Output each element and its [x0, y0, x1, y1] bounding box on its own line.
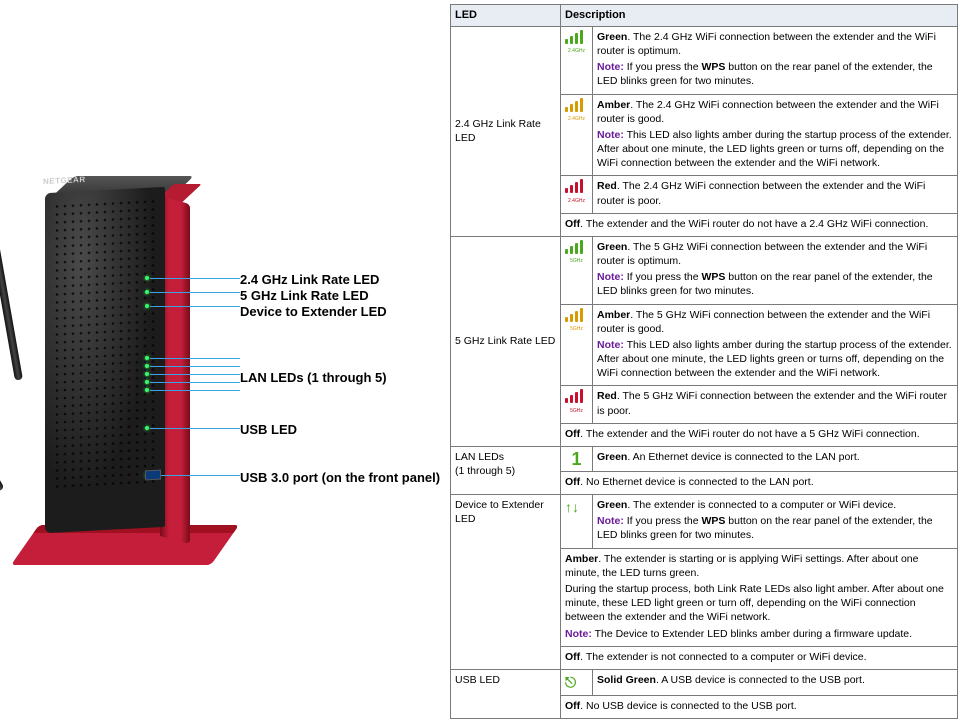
- row-lan-off-desc: Off. No Ethernet device is connected to …: [561, 471, 958, 494]
- callout-line: [150, 358, 240, 359]
- signal-bars-amber-icon: 2.4GHz: [561, 94, 593, 176]
- callout-line: [150, 475, 240, 476]
- row-24ghz-amber-desc: Amber. The 2.4 GHz WiFi connection betwe…: [593, 94, 958, 176]
- callout-line: [150, 278, 240, 279]
- signal-bars-green-icon: 5GHz: [561, 236, 593, 304]
- device-illustration: NETGEAR: [35, 170, 225, 565]
- callout-line: [150, 382, 240, 383]
- row-24ghz-off-desc: Off. The extender and the WiFi router do…: [561, 213, 958, 236]
- callout-line: [150, 366, 240, 367]
- row-24ghz-red-desc: Red. The 2.4 GHz WiFi connection between…: [593, 176, 958, 213]
- row-d2e-off-desc: Off. The extender is not connected to a …: [561, 646, 958, 669]
- row-usb-green-desc: Solid Green. A USB device is connected t…: [593, 669, 958, 695]
- number-1-icon: 1: [561, 446, 593, 471]
- callout-lan: LAN LEDs (1 through 5): [240, 370, 387, 385]
- callout-5ghz: 5 GHz Link Rate LED: [240, 288, 369, 303]
- row-5ghz-amber-desc: Amber. The 5 GHz WiFi connection between…: [593, 304, 958, 386]
- row-24ghz-green-desc: Green. The 2.4 GHz WiFi connection betwe…: [593, 26, 958, 94]
- signal-bars-red-icon: 2.4GHz: [561, 176, 593, 213]
- callout-line: [150, 306, 240, 307]
- led-description-table: LED Description 2.4 GHz Link Rate LED 2.…: [450, 4, 958, 719]
- antenna-icon: [0, 358, 4, 492]
- header-desc: Description: [561, 5, 958, 27]
- callout-d2e: Device to Extender LED: [240, 304, 387, 319]
- usb-icon: ⎋: [561, 669, 593, 695]
- row-5ghz-red-desc: Red. The 5 GHz WiFi connection between t…: [593, 386, 958, 423]
- callout-usb-led: USB LED: [240, 422, 297, 437]
- row-d2e-green-desc: Green. The extender is connected to a co…: [593, 495, 958, 549]
- callout-line: [150, 390, 240, 391]
- row-5ghz-name: 5 GHz Link Rate LED: [451, 236, 561, 446]
- signal-bars-red-icon: 5GHz: [561, 386, 593, 423]
- led-description-table-container: LED Description 2.4 GHz Link Rate LED 2.…: [450, 0, 964, 723]
- header-led: LED: [451, 5, 561, 27]
- row-lan-name: LAN LEDs (1 through 5): [451, 446, 561, 494]
- device-base: [11, 525, 239, 565]
- callout-24ghz: 2.4 GHz Link Rate LED: [240, 272, 379, 287]
- row-usb-name: USB LED: [451, 669, 561, 718]
- signal-bars-green-icon: 2.4GHz: [561, 26, 593, 94]
- row-d2e-amber-desc: Amber. The extender is starting or is ap…: [561, 548, 958, 646]
- row-5ghz-off-desc: Off. The extender and the WiFi router do…: [561, 423, 958, 446]
- device-front: [45, 187, 165, 533]
- row-lan-green-desc: Green. An Ethernet device is connected t…: [593, 446, 958, 471]
- row-usb-off-desc: Off. No USB device is connected to the U…: [561, 695, 958, 718]
- row-5ghz-green-desc: Green. The 5 GHz WiFi connection between…: [593, 236, 958, 304]
- callout-line: [150, 374, 240, 375]
- antenna-icon: [0, 212, 23, 381]
- signal-bars-amber-icon: 5GHz: [561, 304, 593, 386]
- device-vent-pattern: [53, 197, 157, 492]
- callout-line: [150, 428, 240, 429]
- row-24ghz-name: 2.4 GHz Link Rate LED: [451, 26, 561, 236]
- callout-usb-port: USB 3.0 port (on the front panel): [240, 470, 440, 485]
- arrows-up-down-icon: ↑↓: [561, 495, 593, 549]
- callout-line: [150, 292, 240, 293]
- device-figure: NETGEAR 2.4 GHz Link Rate LED 5 GHz Link…: [0, 0, 450, 723]
- row-d2e-name: Device to Extender LED: [451, 495, 561, 670]
- usb-port-icon: [145, 470, 161, 481]
